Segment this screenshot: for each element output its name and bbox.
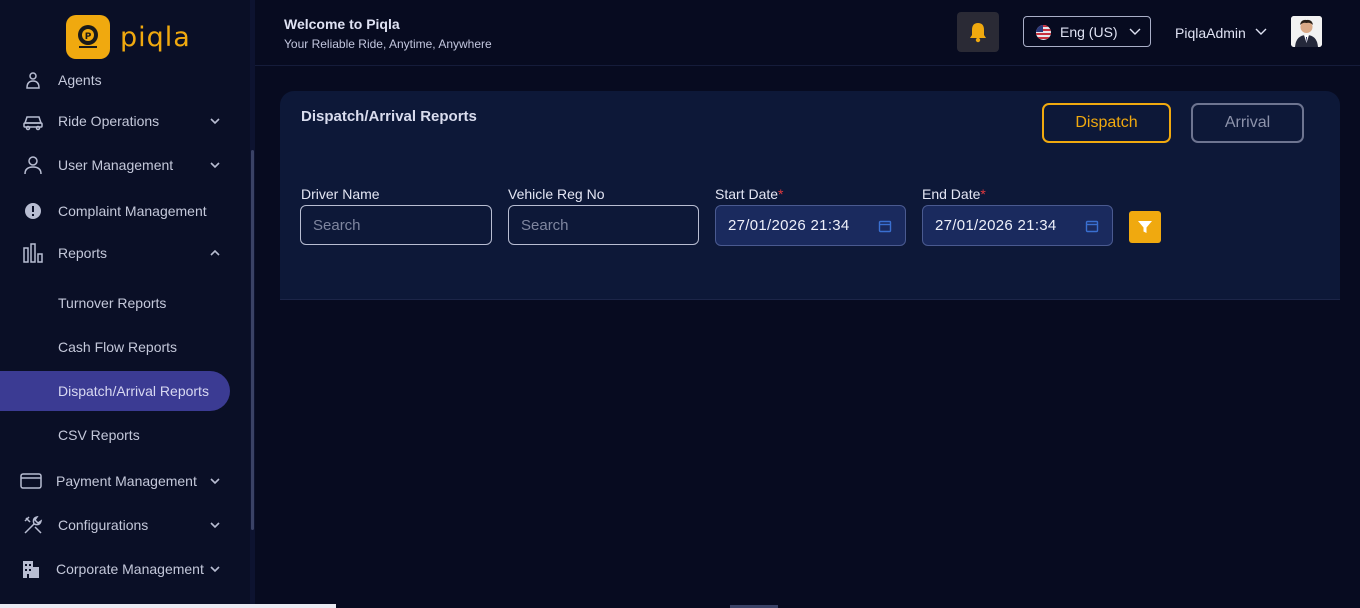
building-icon xyxy=(20,558,42,580)
bell-icon xyxy=(970,23,986,43)
start-date-label: Start Date* xyxy=(715,186,783,202)
start-date-value: 27/01/2026 21:34 xyxy=(728,217,850,234)
chevron-down-icon xyxy=(208,158,222,172)
avatar[interactable] xyxy=(1291,16,1322,47)
sidebar-item-label: Cash Flow Reports xyxy=(58,339,178,355)
sidebar: P piqla Agents Ride Operations User Mana… xyxy=(0,0,250,608)
chevron-up-icon xyxy=(208,246,222,260)
tools-icon xyxy=(22,514,44,536)
driver-name-label: Driver Name xyxy=(301,186,380,202)
alert-circle-icon xyxy=(22,200,44,222)
sidebar-item-label: Dispatch/Arrival Reports xyxy=(58,383,209,399)
sidebar-item-label: Corporate Management xyxy=(56,561,204,577)
chevron-down-icon xyxy=(208,562,222,576)
report-filter-card: Dispatch/Arrival Reports Dispatch Arriva… xyxy=(280,91,1340,300)
logo-icon: P xyxy=(66,15,110,59)
vehicle-reg-input[interactable] xyxy=(508,205,699,245)
sidebar-item-configurations[interactable]: Configurations xyxy=(0,505,240,545)
svg-text:P: P xyxy=(85,32,92,42)
sidebar-subitem-dispatch-arrival-reports[interactable]: Dispatch/Arrival Reports xyxy=(0,371,230,411)
page-title: Dispatch/Arrival Reports xyxy=(301,108,477,125)
welcome-title: Welcome to Piqla xyxy=(284,16,400,32)
sidebar-item-complaint-management[interactable]: Complaint Management xyxy=(0,191,240,231)
sidebar-item-label: Complaint Management xyxy=(58,203,207,219)
sidebar-item-label: Turnover Reports xyxy=(58,295,167,311)
calendar-icon[interactable] xyxy=(878,219,892,238)
bar-chart-icon xyxy=(22,242,44,264)
filter-button[interactable] xyxy=(1129,211,1161,243)
chevron-down-icon xyxy=(208,518,222,532)
calendar-icon[interactable] xyxy=(1085,219,1099,238)
scrollbar-thumb[interactable] xyxy=(251,150,254,530)
sidebar-subitem-csv-reports[interactable]: CSV Reports xyxy=(0,415,230,455)
end-date-input[interactable]: 27/01/2026 21:34 xyxy=(922,205,1113,246)
sidebar-item-reports[interactable]: Reports xyxy=(0,233,240,273)
chevron-down-icon[interactable] xyxy=(1254,25,1268,44)
dispatch-tab-button[interactable]: Dispatch xyxy=(1042,103,1171,143)
filter-icon xyxy=(1138,221,1152,233)
chevron-down-icon xyxy=(1128,25,1142,44)
sidebar-scrollbar[interactable] xyxy=(250,0,255,608)
sidebar-item-user-management[interactable]: User Management xyxy=(0,145,240,185)
vehicle-reg-label: Vehicle Reg No xyxy=(508,186,605,202)
top-header: Welcome to Piqla Your Reliable Ride, Any… xyxy=(255,0,1360,66)
agents-icon xyxy=(22,69,44,91)
user-menu[interactable]: PiqlaAdmin xyxy=(1175,25,1246,41)
sidebar-item-label: Configurations xyxy=(58,517,149,533)
sidebar-subitem-cash-flow-reports[interactable]: Cash Flow Reports xyxy=(0,327,230,367)
tagline: Your Reliable Ride, Anytime, Anywhere xyxy=(284,37,492,51)
end-date-label-text: End Date xyxy=(922,186,981,202)
required-mark: * xyxy=(980,186,986,202)
notifications-button[interactable] xyxy=(957,12,999,52)
sidebar-item-payment-management[interactable]: Payment Management xyxy=(0,461,240,501)
user-icon xyxy=(22,154,44,176)
chevron-down-icon xyxy=(208,114,222,128)
start-date-label-text: Start Date xyxy=(715,186,779,202)
sidebar-item-label: Payment Management xyxy=(56,473,197,489)
chevron-down-icon xyxy=(208,474,222,488)
end-date-value: 27/01/2026 21:34 xyxy=(935,217,1057,234)
logo[interactable]: P piqla xyxy=(66,15,191,59)
credit-card-icon xyxy=(20,470,42,492)
driver-name-input[interactable] xyxy=(300,205,492,245)
car-icon xyxy=(22,110,44,132)
sidebar-item-label: Ride Operations xyxy=(58,113,160,129)
sidebar-item-label: User Management xyxy=(58,157,174,173)
us-flag-icon xyxy=(1036,25,1051,40)
required-mark: * xyxy=(778,186,784,202)
horizontal-scrollbar[interactable] xyxy=(0,604,336,608)
end-date-label: End Date* xyxy=(922,186,986,202)
sidebar-item-corporate-management[interactable]: Corporate Management xyxy=(0,549,240,589)
sidebar-item-label: Agents xyxy=(58,72,102,88)
start-date-input[interactable]: 27/01/2026 21:34 xyxy=(715,205,906,246)
sidebar-item-agents[interactable]: Agents xyxy=(0,60,240,100)
sidebar-item-label: CSV Reports xyxy=(58,427,140,443)
arrival-tab-button[interactable]: Arrival xyxy=(1191,103,1304,143)
logo-text: piqla xyxy=(120,21,191,53)
sidebar-item-ride-operations[interactable]: Ride Operations xyxy=(0,101,240,141)
sidebar-item-label: Reports xyxy=(58,245,108,261)
language-select[interactable]: Eng (US) xyxy=(1023,16,1151,47)
sidebar-subitem-turnover-reports[interactable]: Turnover Reports xyxy=(0,283,230,323)
language-label: Eng (US) xyxy=(1060,23,1118,40)
